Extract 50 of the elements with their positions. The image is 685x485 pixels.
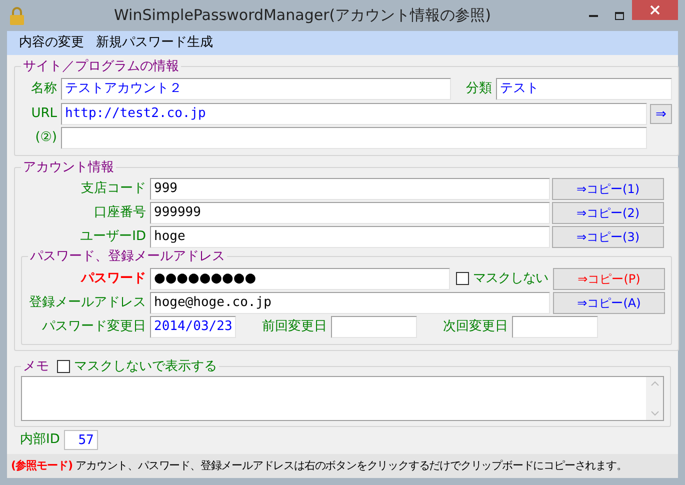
field-label: パスワード変更日 — [41, 318, 147, 336]
open-url-button[interactable]: ⇒ — [650, 104, 672, 124]
checkbox[interactable] — [456, 272, 469, 285]
id-field: 57 — [64, 430, 98, 450]
field-label: 登録メールアドレス — [28, 294, 147, 312]
field-label: ユーザーID — [79, 228, 147, 246]
window-title: WinSimplePasswordManager(アカウント情報の参照) — [113, 5, 492, 26]
field-label: 分類 — [465, 80, 493, 98]
field-label: 前回変更日 — [261, 318, 328, 336]
group-title: メモ — [23, 358, 49, 376]
text-field[interactable]: ●●●●●●●●● — [150, 268, 450, 290]
copy-button[interactable]: ⇒コピー(A) — [553, 292, 665, 314]
text-field[interactable]: 2014/03/23 — [150, 316, 236, 338]
field-label: 次回変更日 — [442, 318, 509, 336]
field-label: (②) — [34, 128, 58, 147]
text-field[interactable]: http://test2.co.jp — [61, 102, 647, 124]
copy-button[interactable]: ⇒コピー(1) — [552, 178, 664, 200]
group-title: サイト／プログラムの情報 — [23, 58, 179, 76]
memo-field[interactable] — [21, 376, 664, 421]
text-field[interactable]: hoge@hoge.co.jp — [150, 292, 550, 314]
padlock-icon — [9, 6, 25, 24]
menu-item[interactable]: 新規パスワード生成 — [92, 33, 217, 53]
text-field[interactable] — [61, 126, 647, 148]
mode-indicator: (参照モード) — [11, 458, 73, 474]
copy-button[interactable]: ⇒コピー(3) — [552, 226, 664, 248]
field-label: 名称 — [30, 80, 58, 98]
text-field[interactable]: 999999 — [150, 202, 550, 224]
field-label: 内部ID — [20, 431, 60, 450]
text-field[interactable]: 999 — [150, 178, 550, 200]
chevron-down-icon — [650, 411, 658, 416]
checkbox[interactable] — [57, 360, 70, 373]
chevron-up-icon — [650, 381, 658, 386]
copy-button[interactable]: ⇒コピー(2) — [552, 202, 664, 224]
text-field[interactable] — [512, 316, 598, 338]
text-field[interactable]: hoge — [150, 226, 550, 248]
close-button[interactable] — [632, 0, 678, 20]
menu-item[interactable]: 内容の変更 — [15, 33, 88, 53]
field-label: 支店コード — [80, 180, 147, 198]
close-icon — [650, 5, 660, 15]
group-title: アカウント情報 — [23, 158, 114, 176]
field-label: パスワード — [80, 270, 147, 288]
checkbox-label: マスクしない — [473, 270, 548, 288]
group-title: パスワード、登録メールアドレス — [30, 248, 225, 266]
status-message: アカウント、パスワード、登録メールアドレスは右のボタンをクリックするだけでクリップボードにコピーされます。 — [76, 458, 627, 474]
text-field[interactable]: テスト — [496, 78, 672, 100]
checkbox-label: マスクしないで表示する — [74, 358, 217, 376]
field-label: URL — [30, 104, 58, 123]
field-label: 口座番号 — [93, 204, 147, 222]
text-field[interactable]: テストアカウント２ — [61, 78, 451, 100]
text-field[interactable] — [331, 316, 417, 338]
